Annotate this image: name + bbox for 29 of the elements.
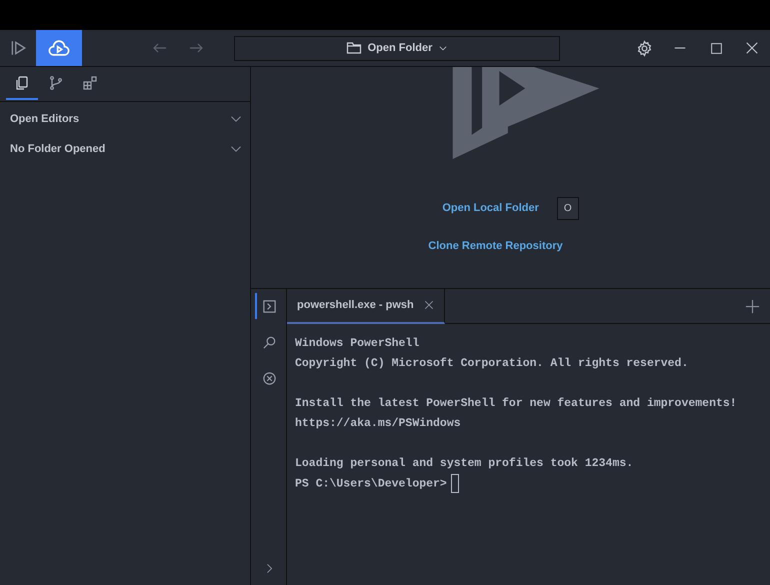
chevron-right-icon [264, 562, 275, 574]
maximize-icon [710, 42, 722, 54]
terminal-line: Loading personal and system profiles took 1234ms. [295, 456, 634, 472]
close-tab-button[interactable] [424, 300, 434, 310]
close-icon [424, 300, 434, 310]
folder-selector[interactable]: Open Folder [234, 36, 560, 60]
terminal-line: Windows PowerShell [295, 336, 420, 352]
files-icon [14, 75, 30, 91]
search-icon [262, 334, 277, 350]
plus-icon [744, 298, 760, 314]
play-logo-icon [9, 39, 27, 57]
section-header[interactable]: Open Editors [0, 104, 250, 134]
terminal-line: PS C:\Users\Developer> [295, 474, 762, 495]
settings-icon [636, 40, 652, 56]
section-header[interactable]: No Folder Opened [0, 134, 250, 164]
cloud-button[interactable] [36, 30, 82, 66]
branch-icon [48, 75, 64, 91]
terminal-line: Install the latest PowerShell for new features and improvements! https://aka.ms/PSWindows [295, 396, 738, 432]
welcome-link[interactable]: Open Local Folder [442, 200, 539, 217]
close-icon [745, 41, 759, 55]
welcome-link[interactable]: Clone Remote Repository [428, 238, 563, 254]
terminal-tab[interactable]: powershell.exe - pwsh [287, 288, 445, 324]
terminal-icon [262, 298, 277, 314]
folder-icon [346, 40, 362, 56]
blocks-icon [82, 75, 98, 91]
text-cursor [450, 474, 459, 493]
shortcut-key: O [556, 197, 579, 220]
terminal-line: Copyright (C) Microsoft Corporation. All rights reserved. [295, 356, 690, 372]
error-circle-icon [262, 370, 277, 386]
